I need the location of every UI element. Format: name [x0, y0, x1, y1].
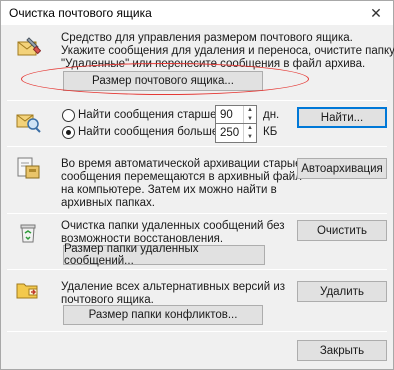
mailbox-size-line-1: Средство для управления размером почтово…	[61, 32, 353, 44]
conflicts-folder-size-button[interactable]: Размер папки конфликтов...	[63, 305, 263, 325]
title-bar: Очистка почтового ящика ✕	[1, 1, 393, 25]
find-older-radio[interactable]	[62, 109, 75, 122]
conflicts-folder-icon	[15, 277, 41, 303]
divider	[7, 269, 387, 270]
older-unit: дн.	[263, 109, 280, 121]
larger-size-value: 250	[220, 127, 240, 139]
autoarchive-line-3: на компьютере. Затем их можно найти в	[61, 184, 277, 196]
delete-conflicts-button[interactable]: Удалить	[297, 281, 387, 302]
larger-size-stepper[interactable]: ▲ ▼	[243, 124, 256, 142]
empty-deleted-button[interactable]: Очистить	[297, 220, 387, 241]
deleted-folder-size-button[interactable]: Размер папки удаленных сообщений...	[63, 243, 265, 267]
autoarchive-line-2: сообщения перемещаются в архивный файл	[61, 171, 302, 183]
divider	[7, 146, 387, 147]
mailbox-size-line-2: Укажите сообщения для удаления и перенос…	[61, 45, 394, 57]
autoarchive-line-4: архивных папках.	[61, 197, 155, 209]
divider	[7, 213, 387, 214]
older-days-field[interactable]: 90 ▲ ▼	[215, 105, 257, 125]
find-larger-label: Найти сообщения больше	[78, 126, 219, 138]
close-window-button[interactable]: ✕	[359, 1, 393, 25]
conflicts-line-1: Удаление всех альтернативных версий из	[61, 281, 286, 293]
autoarchive-button[interactable]: Автоархивация	[297, 158, 387, 179]
divider	[7, 100, 387, 101]
mailbox-tool-icon	[15, 34, 42, 60]
window-title: Очистка почтового ящика	[9, 6, 152, 20]
recycle-bin-icon	[15, 219, 41, 245]
larger-unit: КБ	[263, 126, 278, 138]
find-older-label: Найти сообщения старше	[78, 109, 217, 121]
larger-size-field[interactable]: 250 ▲ ▼	[215, 123, 257, 143]
mailbox-cleanup-dialog: Очистка почтового ящика ✕ Средство для у…	[0, 0, 394, 370]
close-button[interactable]: Закрыть	[297, 340, 387, 361]
mailbox-size-button[interactable]: Размер почтового ящика...	[63, 71, 263, 91]
find-larger-radio[interactable]	[62, 126, 75, 139]
autoarchive-icon	[15, 155, 41, 181]
find-button[interactable]: Найти...	[297, 107, 387, 128]
deleted-line-1: Очистка папки удаленных сообщений без	[61, 220, 285, 232]
mailbox-size-line-3: "Удаленные" или перенесите сообщения в ф…	[61, 58, 366, 70]
find-messages-icon	[15, 109, 41, 135]
autoarchive-line-1: Во время автоматической архивации старые	[61, 158, 302, 170]
divider	[7, 331, 387, 332]
older-days-stepper[interactable]: ▲ ▼	[243, 106, 256, 124]
older-days-value: 90	[220, 109, 233, 121]
